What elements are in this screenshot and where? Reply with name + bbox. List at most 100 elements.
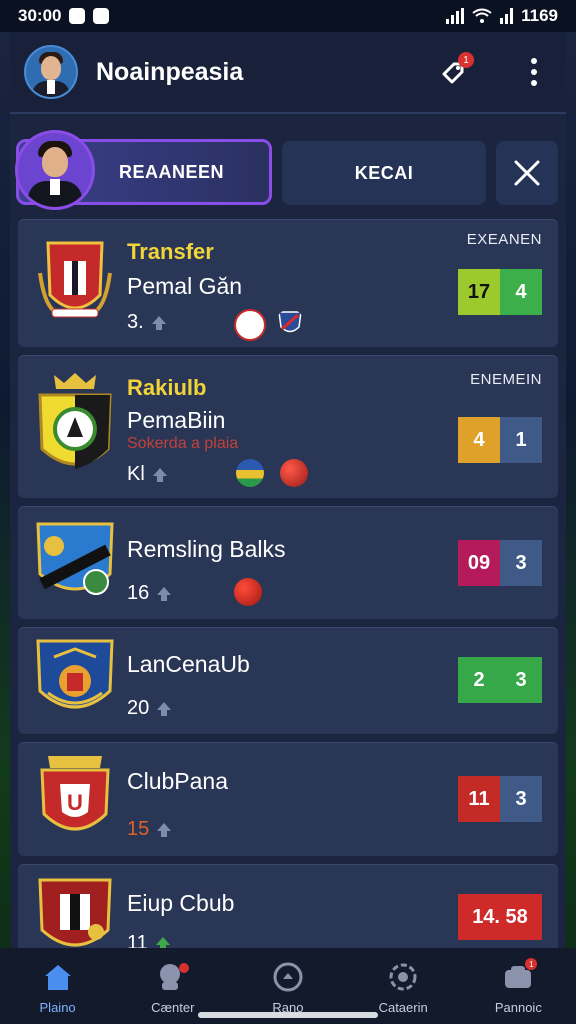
- score-away: 3: [500, 776, 542, 822]
- tab-active[interactable]: REAANEEN: [15, 130, 272, 210]
- nav-item-cataerin[interactable]: Cataerin: [353, 960, 453, 1015]
- team-name: PemaBiin: [127, 407, 226, 433]
- status-bar: 30:00 1169: [0, 0, 576, 32]
- rank-trend-icon: [151, 315, 166, 330]
- match-card[interactable]: Remsling Balks 16 09 3: [18, 506, 558, 619]
- rank-value: 20: [127, 697, 150, 719]
- notification-app-icon: [69, 8, 86, 24]
- player-avatar: [15, 130, 95, 210]
- rank-value: Kl: [127, 463, 145, 485]
- nav-label: Cænter: [151, 1000, 195, 1015]
- rank-trend-icon: [155, 936, 170, 948]
- match-card[interactable]: Eiup Cbub 11 14. 58: [18, 864, 558, 948]
- score-box: 09 3: [458, 540, 542, 586]
- signal-icon: [446, 8, 465, 24]
- opponent-ball-icon: [236, 459, 264, 487]
- notification-app-icon-2: [93, 8, 110, 24]
- close-icon: [514, 160, 540, 186]
- page-title: Noainpeasia: [96, 57, 244, 86]
- score-away: 3: [500, 657, 542, 703]
- team-subtitle: Sokerda a plaia: [127, 435, 239, 452]
- more-menu-button[interactable]: [516, 54, 552, 90]
- club-crest-icon: [36, 639, 114, 709]
- tab-second[interactable]: KECAI: [282, 141, 486, 205]
- score-away: 3: [500, 540, 542, 586]
- match-card[interactable]: Rakiulb PemaBiin Sokerda a plaia Kl ENEM…: [18, 355, 558, 498]
- cell-icon: [500, 8, 514, 24]
- ball-icon: [273, 962, 303, 992]
- tab-active-label: REAANEEN: [119, 161, 225, 182]
- club-crest-icon: [38, 373, 112, 469]
- score-home: 2: [458, 657, 500, 703]
- score-home: 4: [458, 417, 500, 463]
- rank-trend-icon: [152, 467, 167, 482]
- club-crest-icon: [38, 878, 112, 947]
- team-name: LanCenaUb: [127, 651, 250, 677]
- notification-badge: 1: [458, 52, 474, 68]
- rank-trend-icon: [157, 586, 172, 601]
- status-time: 30:00: [18, 6, 62, 25]
- wifi-icon: [472, 8, 492, 23]
- score-home: 11: [458, 776, 500, 822]
- opponent-badge-icon: [234, 309, 266, 341]
- tab-second-label: KECAI: [354, 162, 414, 183]
- battery-time: 1169: [521, 6, 558, 25]
- rank-trend-icon: [157, 822, 172, 837]
- app-window: Noainpeasia 1 REAANEEN KECAI Transfer Pe…: [10, 32, 566, 948]
- team-rank: 16: [127, 582, 173, 605]
- svg-text:U: U: [67, 790, 83, 815]
- score-away: 4: [500, 269, 542, 315]
- score-home: 17: [458, 269, 500, 315]
- avatar[interactable]: [24, 45, 78, 99]
- tag-button[interactable]: 1: [436, 52, 474, 90]
- nav-label: Cataerin: [378, 1000, 428, 1015]
- team-name: Eiup Cbub: [127, 890, 235, 916]
- team-name: Remsling Balks: [127, 536, 286, 562]
- opponent-red-ball-icon: [280, 459, 308, 487]
- close-button[interactable]: [496, 141, 558, 205]
- tab-row: REAANEEN KECAI: [15, 130, 566, 210]
- nav-badge: 1: [525, 958, 538, 970]
- nav-item-rano[interactable]: Rano: [238, 960, 338, 1015]
- match-card[interactable]: Transfer Pemal Găn 3. EXEANEN 17 4: [18, 219, 558, 347]
- settings-icon: [389, 963, 417, 991]
- match-status: EXEANEN: [466, 231, 542, 248]
- nav-label: Plaino: [39, 1000, 76, 1015]
- opponent-shield-icon: [278, 311, 302, 333]
- rank-value: 15: [127, 818, 150, 840]
- score-box: 11 3: [458, 776, 542, 822]
- nav-item-home[interactable]: Plaino: [8, 960, 108, 1015]
- score-box: 4 1: [458, 417, 542, 463]
- team-rank: 3.: [127, 311, 168, 334]
- rank-value: 11: [127, 932, 148, 948]
- team-rank: 15: [127, 818, 173, 841]
- app-header: Noainpeasia 1: [10, 32, 566, 114]
- score-box: 17 4: [458, 269, 542, 315]
- team-name: Pemal Găn: [127, 273, 243, 299]
- club-crest-icon: [36, 522, 114, 595]
- rank-value: 3.: [127, 311, 144, 333]
- home-icon: [44, 965, 71, 990]
- score-value: 14. 58: [458, 894, 542, 940]
- opponent-red-ball-icon: [234, 578, 262, 606]
- team-name: ClubPana: [127, 768, 229, 794]
- team-rank: Kl: [127, 463, 169, 486]
- match-card[interactable]: U ClubPana 15 11 3: [18, 742, 558, 856]
- community-icon: [159, 963, 189, 990]
- score-box: 14. 58: [458, 894, 542, 940]
- match-card[interactable]: LanCenaUb 20 2 3: [18, 627, 558, 734]
- score-away: 1: [500, 417, 542, 463]
- nav-item-center[interactable]: Cænter: [123, 960, 223, 1015]
- team-tag: Transfer: [127, 239, 214, 264]
- team-rank: 20: [127, 697, 173, 720]
- score-home: 09: [458, 540, 500, 586]
- club-crest-icon: [38, 241, 112, 318]
- team-tag: Rakiulb: [127, 375, 207, 400]
- rank-value: 16: [127, 582, 150, 604]
- nav-item-pannoic[interactable]: 1 Pannoic: [468, 958, 568, 1015]
- score-box: 2 3: [458, 657, 542, 703]
- nav-label: Pannoic: [494, 1000, 542, 1015]
- club-crest-icon: U: [40, 756, 110, 831]
- match-status: ENEMEIN: [470, 371, 542, 388]
- home-indicator[interactable]: [198, 1012, 378, 1018]
